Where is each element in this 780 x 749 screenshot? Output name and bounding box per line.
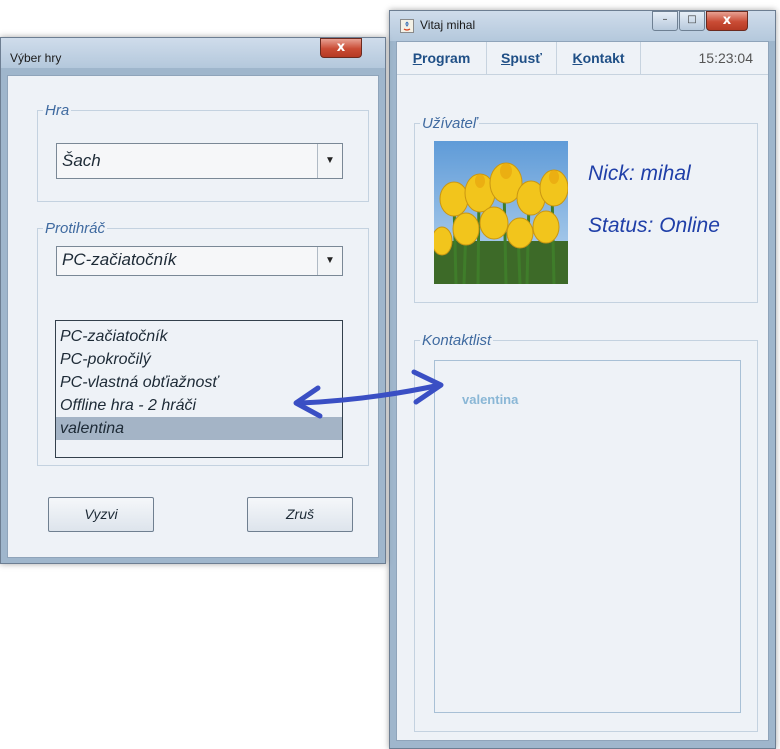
game-select-value: Šach [62, 151, 101, 170]
contact-item[interactable]: valentina [462, 392, 518, 407]
contacts-group: Kontaktlist valentina [414, 332, 758, 732]
dropdown-option[interactable]: PC-vlastná obťiažnosť [56, 371, 342, 394]
contacts-group-legend: Kontaktlist [420, 332, 494, 349]
maximize-button[interactable]: □ [679, 11, 705, 31]
menu-bar: Program Spusť Kontakt 15:23:04 [397, 42, 768, 75]
dropdown-option[interactable]: PC-pokročilý [56, 348, 342, 371]
dropdown-option[interactable]: PC-začiatočník [56, 325, 342, 348]
main-window-client: Program Spusť Kontakt 15:23:04 Užívateľ [396, 41, 769, 741]
main-window: Vitaj mihal – □ x Program Spusť Kontakt … [389, 10, 776, 749]
java-icon [400, 19, 414, 33]
chevron-down-icon[interactable]: ▼ [317, 247, 342, 275]
main-window-titlebar[interactable]: Vitaj mihal – □ x [390, 11, 775, 41]
opponent-group-legend: Protihráč [43, 220, 108, 237]
main-close-button[interactable]: x [706, 11, 748, 31]
dropdown-option-highlighted[interactable]: valentina [56, 417, 342, 440]
select-game-close-button[interactable]: x [320, 38, 362, 58]
menu-spust-label: pusť [510, 50, 542, 66]
menu-program-label: rogram [422, 50, 471, 66]
menu-program-mnemonic: P [412, 50, 423, 66]
menu-spust[interactable]: Spusť [487, 42, 557, 74]
main-window-title: Vitaj mihal [420, 18, 476, 32]
game-select[interactable]: Šach ▼ [56, 143, 343, 179]
status-label: Status: Online [588, 214, 720, 237]
user-group: Užívateľ Nick: mihal Status: Online [414, 115, 758, 303]
clock: 15:23:04 [698, 50, 754, 66]
select-game-client: Hra Šach ▼ Protihráč PC-začiatočník ▼ PC… [7, 75, 379, 558]
challenge-button-label: Vyzvi [84, 506, 118, 522]
user-group-legend: Užívateľ [420, 115, 480, 132]
game-group-legend: Hra [43, 102, 72, 119]
opponent-select-value: PC-začiatočník [62, 250, 177, 269]
cancel-button[interactable]: Zruš [247, 497, 353, 532]
game-group: Hra Šach ▼ [37, 102, 369, 202]
challenge-button[interactable]: Vyzvi [48, 497, 154, 532]
opponent-select[interactable]: PC-začiatočník ▼ [56, 246, 343, 276]
opponent-dropdown-list[interactable]: PC-začiatočník PC-pokročilý PC-vlastná o… [55, 320, 343, 458]
avatar [434, 141, 568, 284]
select-game-title: Výber hry [10, 51, 62, 65]
contact-list[interactable]: valentina [434, 360, 741, 713]
cancel-button-label: Zruš [286, 506, 314, 522]
menu-kontakt-label: ontakt [582, 50, 625, 66]
menu-spust-mnemonic: S [501, 50, 511, 66]
menu-kontakt[interactable]: Kontakt [557, 42, 641, 74]
select-game-titlebar[interactable]: Výber hry x [1, 38, 385, 68]
minimize-button[interactable]: – [652, 11, 678, 31]
menu-kontakt-mnemonic: K [572, 50, 583, 66]
nick-label: Nick: mihal [588, 162, 691, 185]
chevron-down-icon[interactable]: ▼ [317, 144, 342, 178]
menu-program[interactable]: Program [397, 42, 487, 74]
dropdown-option[interactable]: Offline hra - 2 hráči [56, 394, 342, 417]
select-game-window: Výber hry x Hra Šach ▼ Protihráč PC-zači… [0, 37, 386, 564]
